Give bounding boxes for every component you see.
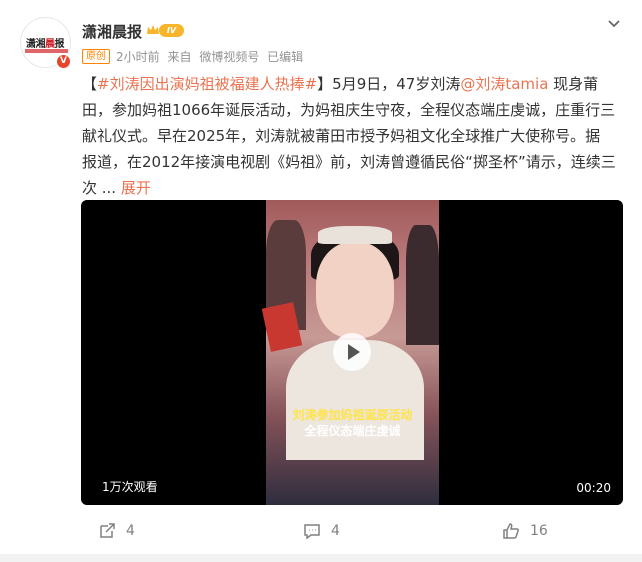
repost-icon (100, 523, 115, 538)
expand-link[interactable]: 展开 (121, 179, 151, 197)
like-button[interactable]: 16 (502, 522, 548, 540)
level-badge: IV (159, 24, 184, 37)
action-bar: 4 4 16 (0, 516, 642, 550)
crown-icon (147, 25, 159, 34)
comment-button[interactable]: 4 (303, 522, 340, 540)
original-tag: 原创 (82, 49, 110, 64)
thumbs-up-icon (503, 523, 519, 539)
edited-label: 已编辑 (267, 50, 304, 64)
account-name[interactable]: 潇湘晨报 (82, 21, 142, 42)
verified-badge-icon: V (55, 53, 72, 70)
video-duration: 00:20 (576, 481, 611, 495)
video-caption-line2: 全程仪态端庄虔诚 (304, 424, 401, 438)
source-prefix: 来自 (167, 50, 192, 64)
repost-button[interactable]: 4 (98, 522, 135, 540)
comment-count: 4 (331, 523, 340, 539)
mention-link[interactable]: @刘涛tamia (460, 75, 548, 93)
repost-count: 4 (126, 523, 135, 539)
topic-link[interactable]: #刘涛因出演妈祖被福建人热捧# (97, 75, 317, 93)
face (316, 242, 394, 338)
headdress (318, 226, 392, 244)
chevron-down-icon[interactable] (605, 15, 623, 33)
play-icon[interactable] (333, 333, 371, 371)
post-text: 【#刘涛因出演妈祖被福建人热捧#】5月9日，47岁刘涛@刘涛tamia 现身莆 … (82, 75, 616, 197)
comment-icon (304, 524, 320, 540)
post-meta: 原创 2小时前 来自 微博视频号 已编辑 (82, 48, 303, 65)
post-source[interactable]: 微博视频号 (199, 48, 259, 65)
view-count: 1万次观看 (102, 480, 158, 494)
post-time[interactable]: 2小时前 (116, 48, 160, 65)
background-person (406, 225, 439, 345)
weibo-post-card: 潇湘晨报 V 潇湘晨报 IV 原创 2小时前 来自 微博视频号 已编辑 【#刘涛… (0, 0, 642, 554)
video-thumbnail: 刘涛参加妈祖诞辰活动 全程仪态端庄虔诚 (261, 200, 439, 505)
like-count: 16 (530, 523, 548, 539)
video-player[interactable]: 刘涛参加妈祖诞辰活动 全程仪态端庄虔诚 1万次观看 00:20 (81, 200, 623, 505)
video-caption-line1: 刘涛参加妈祖诞辰活动 (292, 408, 413, 422)
avatar-logo: 潇湘晨报 (26, 39, 64, 50)
